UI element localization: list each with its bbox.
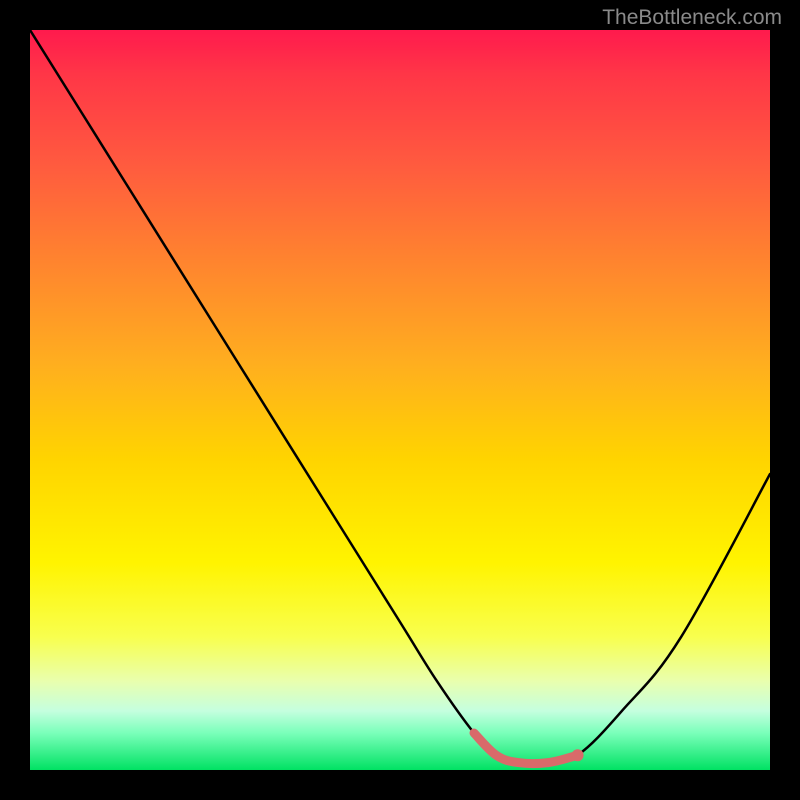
optimal-range-end-dot [572, 749, 584, 761]
chart-svg [30, 30, 770, 770]
bottleneck-curve-line [30, 30, 770, 764]
watermark-text: TheBottleneck.com [602, 6, 782, 30]
plot-area [30, 30, 770, 770]
optimal-range-highlight [474, 733, 578, 764]
